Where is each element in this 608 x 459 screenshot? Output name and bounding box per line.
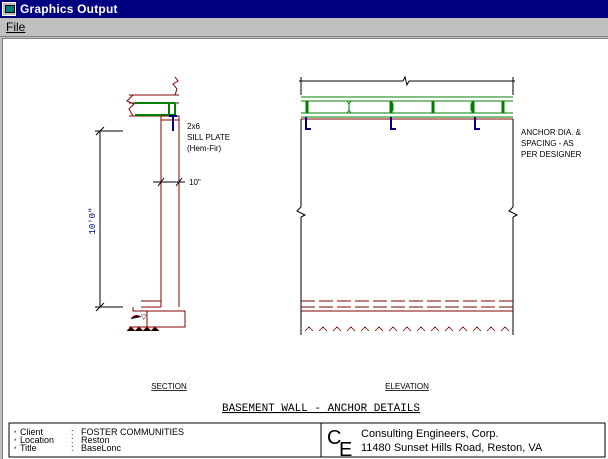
section-height-dimension [95,126,123,312]
elevation-walls [296,119,519,335]
menu-file-label: File [6,20,26,34]
elevation-blocking [346,100,474,114]
section-thickness-label: 10" [189,178,201,187]
section-height-label: 10'0" [88,207,98,234]
location-bullet: * [14,439,17,445]
title-bullet: * [14,447,17,453]
section-anchor-bolt [169,115,177,131]
window-title: Graphics Output [20,2,118,16]
logo-e: E [339,439,352,458]
section-view: ▽ 10'0" 10" 2x6 SILL PLATE (Hem-Fir) SEC… [88,76,230,391]
drawing: ▽ 10'0" 10" 2x6 SILL PLATE (Hem-Fir) SEC… [8,75,606,459]
elevation-joists [301,96,513,118]
elevation-view: ANCHOR DIA. & SPACING - AS PER DESIGNER … [296,75,582,391]
sill-species-label: (Hem-Fir) [187,144,222,153]
app-icon[interactable] [2,2,16,16]
menu-bar: File [0,18,608,37]
anchor-note-line2: SPACING - AS [521,139,574,148]
company-logo: C E [327,427,352,459]
elevation-joist-ends [305,101,505,113]
title-colon: : [71,443,74,453]
menu-file[interactable]: File [0,20,31,34]
title-bar: Graphics Output [0,0,608,18]
footing-symbol: ▽ [141,314,147,321]
sill-size-label: 2x6 [187,122,200,131]
section-floor [126,76,179,117]
section-caption: SECTION [151,382,187,391]
section-wall [129,120,186,328]
section-joist [135,102,176,116]
title-block: * * * Client Location Title : : : FOSTER… [8,422,606,459]
drawing-title: BASEMENT WALL - ANCHOR DETAILS [222,403,420,415]
anchor-note-line3: PER DESIGNER [521,150,582,159]
elevation-width-dimension [299,75,515,95]
title-label: Title [20,443,37,453]
elevation-soil-hatch [304,326,510,332]
elevation-footing [301,300,513,312]
anchor-note-line1: ANCHOR DIA. & [521,128,582,137]
client-bullet: * [14,431,17,437]
sill-plate-label: SILL PLATE [187,133,230,142]
company-name: Consulting Engineers, Corp. [361,428,499,440]
title-value: BaseLonc [81,443,122,453]
company-address: 11480 Sunset Hills Road, Reston, VA [361,442,543,454]
graphics-canvas: ▽ 10'0" 10" 2x6 SILL PLATE (Hem-Fir) SEC… [2,38,608,459]
section-thickness-dimension [153,177,185,187]
elevation-caption: ELEVATION [385,382,429,391]
